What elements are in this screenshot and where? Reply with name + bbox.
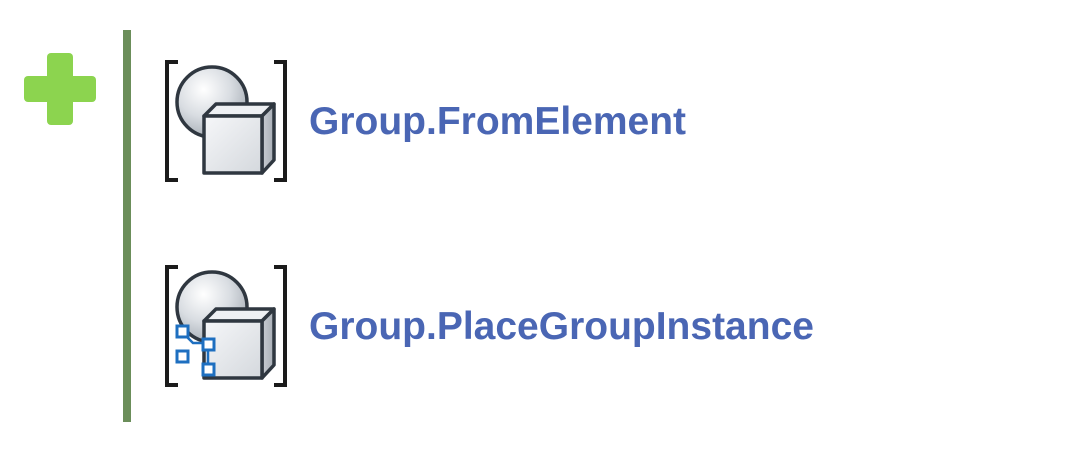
node-label: Group.PlaceGroupInstance [309,304,814,348]
node-item-group-place-group-instance[interactable]: Group.PlaceGroupInstance [162,263,814,389]
group-place-instance-icon [165,265,287,387]
plus-icon [24,53,96,125]
node-item-group-from-element[interactable]: Group.FromElement [162,58,686,184]
node-label: Group.FromElement [309,99,687,143]
group-from-element-icon [165,60,287,182]
category-bar [123,30,131,422]
